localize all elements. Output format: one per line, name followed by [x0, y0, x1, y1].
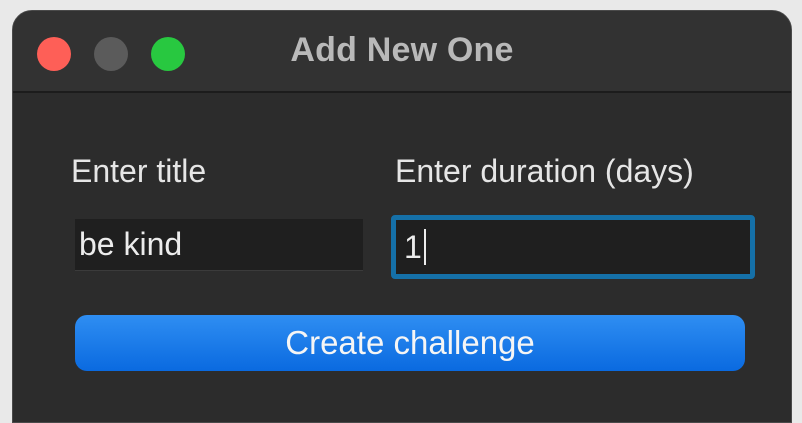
dialog-window: Add New One Enter title Enter duration (… — [12, 10, 792, 423]
window-title: Add New One — [290, 31, 514, 69]
create-challenge-button[interactable]: Create challenge — [75, 315, 745, 371]
duration-input-value: 1 — [404, 228, 422, 265]
title-bar[interactable]: Add New One — [13, 11, 791, 93]
title-field-label: Enter title — [71, 153, 207, 189]
title-input[interactable]: be kind — [75, 219, 363, 271]
duration-field-label: Enter duration (days) — [395, 153, 694, 189]
text-caret — [423, 229, 426, 265]
title-input-value: be kind — [79, 226, 183, 262]
duration-input[interactable]: 1 — [391, 215, 755, 279]
